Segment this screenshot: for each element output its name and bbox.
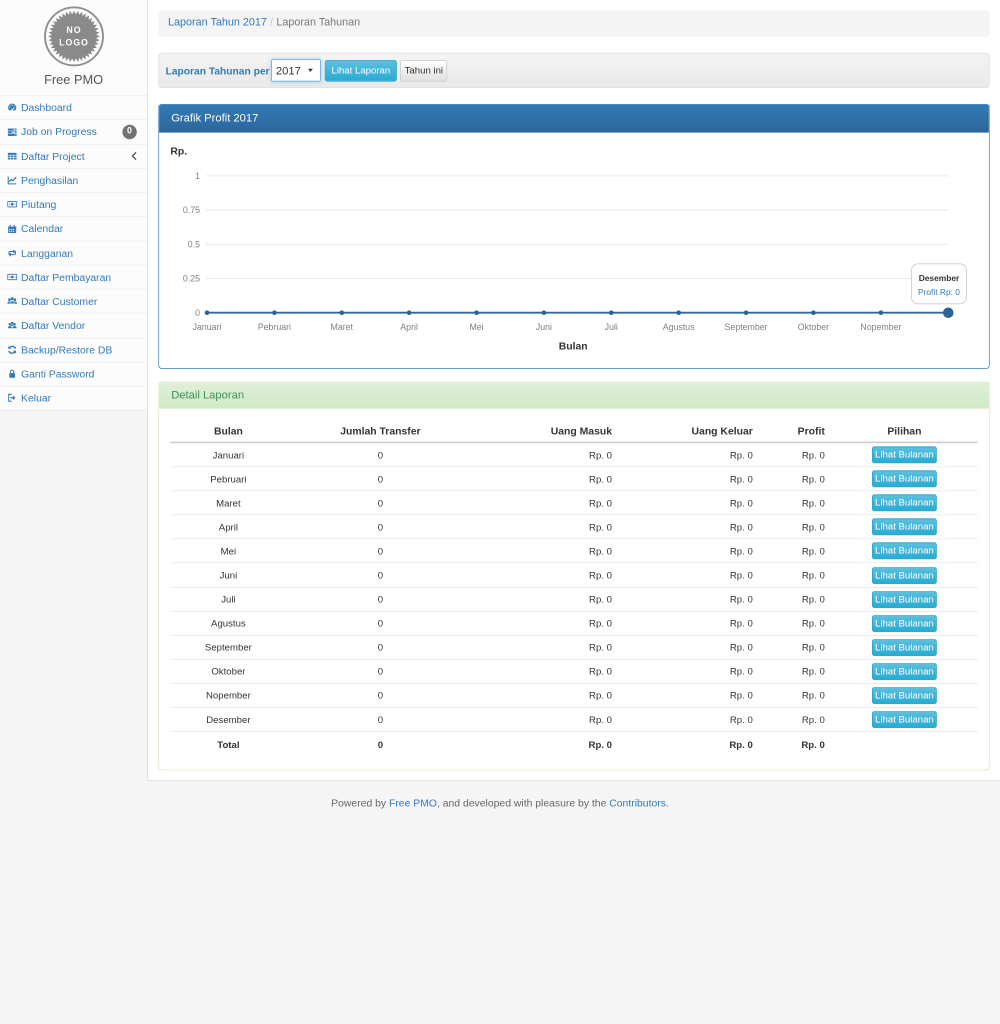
svg-text:Maret: Maret bbox=[331, 322, 354, 332]
svg-text:Nopember: Nopember bbox=[860, 322, 901, 332]
svg-text:Rp.: Rp. bbox=[170, 146, 187, 157]
svg-text:Desember: Desember bbox=[919, 273, 960, 283]
svg-text:April: April bbox=[400, 322, 418, 332]
svg-text:Juli: Juli bbox=[605, 322, 618, 332]
svg-text:September: September bbox=[725, 322, 768, 332]
svg-text:Profit Rp: 0: Profit Rp: 0 bbox=[918, 287, 960, 297]
svg-text:0.25: 0.25 bbox=[183, 274, 200, 284]
svg-text:NO: NO bbox=[66, 25, 81, 35]
svg-text:Januari: Januari bbox=[193, 322, 222, 332]
svg-text:0.5: 0.5 bbox=[188, 239, 200, 249]
svg-text:Agustus: Agustus bbox=[663, 322, 695, 332]
svg-text:Pebruari: Pebruari bbox=[258, 322, 291, 332]
svg-text:Mei: Mei bbox=[469, 322, 483, 332]
svg-text:0: 0 bbox=[195, 308, 200, 318]
svg-text:Oktober: Oktober bbox=[798, 322, 829, 332]
svg-text:0.75: 0.75 bbox=[183, 205, 200, 215]
svg-text:LOGO: LOGO bbox=[59, 38, 89, 48]
svg-text:Bulan: Bulan bbox=[559, 342, 588, 353]
svg-text:Juni: Juni bbox=[536, 322, 552, 332]
svg-text:1: 1 bbox=[195, 171, 200, 181]
